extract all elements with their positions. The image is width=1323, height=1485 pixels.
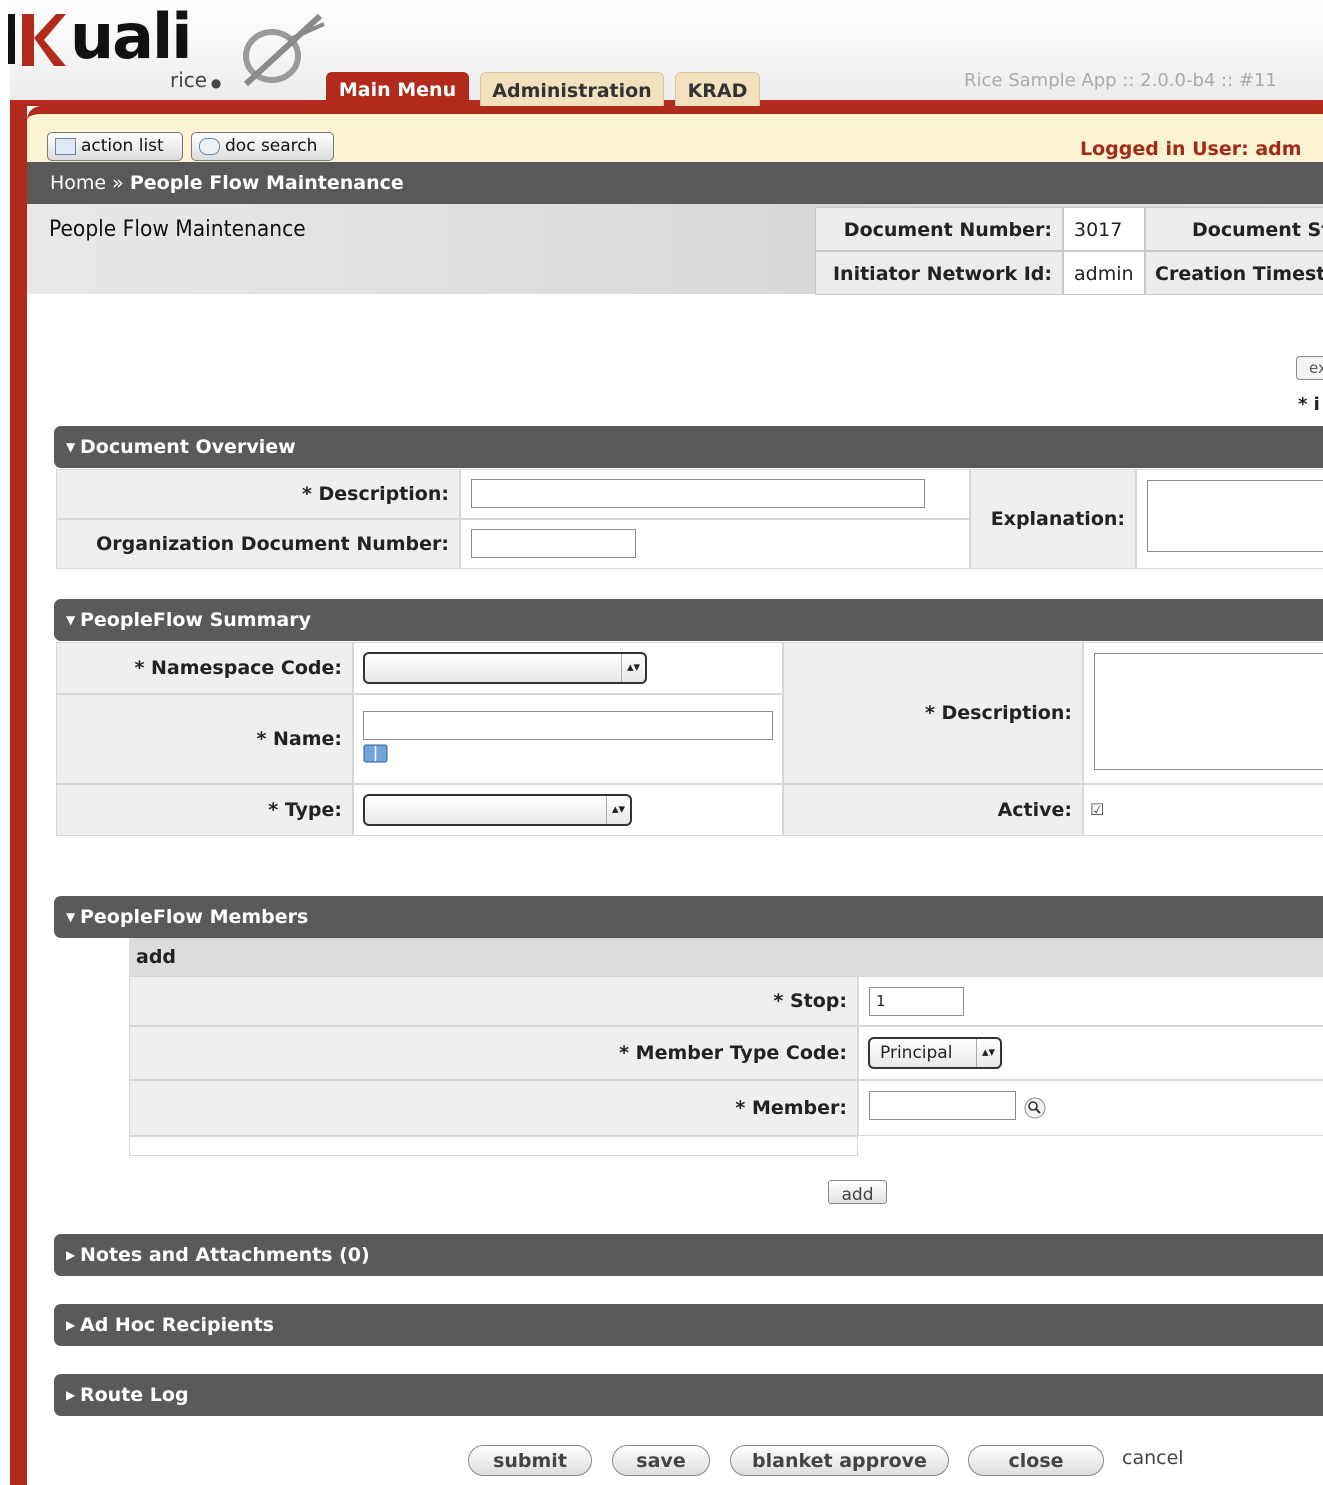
member-label: * Member: xyxy=(129,1080,858,1136)
blanket-approve-button[interactable]: blanket approve xyxy=(730,1445,949,1476)
section-ad-hoc-recipients[interactable]: ▶ Ad Hoc Recipients xyxy=(54,1304,1323,1346)
tab-krad[interactable]: KRAD xyxy=(675,72,760,106)
summary-description-label: * Description: xyxy=(783,642,1083,784)
logo-sub: rice ● xyxy=(170,68,222,92)
section-title: Document Overview xyxy=(80,436,296,458)
summary-description-cell xyxy=(1083,642,1323,784)
breadcrumb: Home » People Flow Maintenance xyxy=(27,162,1323,204)
left-frame-bar xyxy=(10,100,27,1485)
select-arrows-icon: ▴▾ xyxy=(606,796,630,824)
initiator-label: Initiator Network Id: xyxy=(815,251,1063,295)
explanation-textarea[interactable] xyxy=(1147,480,1323,552)
section-peopleflow-summary[interactable]: ▼ PeopleFlow Summary xyxy=(54,599,1323,641)
expanded-triangle-icon: ▼ xyxy=(66,440,76,454)
summary-description-textarea[interactable] xyxy=(1094,653,1323,770)
app-header: uali rice ● Main Menu Administration KRA… xyxy=(0,0,1323,112)
type-label: * Type: xyxy=(56,784,353,836)
section-title: PeopleFlow Summary xyxy=(80,609,311,631)
logo-bar xyxy=(8,14,15,64)
name-cell xyxy=(353,694,783,784)
active-checkbox[interactable]: ☑ xyxy=(1083,784,1323,836)
page-title: People Flow Maintenance xyxy=(49,217,306,242)
name-input[interactable] xyxy=(363,711,773,740)
collapsed-triangle-icon: ▶ xyxy=(66,1388,76,1402)
doc-search-button[interactable]: doc search xyxy=(191,132,334,161)
utility-bar: action list doc search Logged in User: a… xyxy=(27,106,1323,162)
collapsed-triangle-icon: ▶ xyxy=(66,1318,76,1332)
select-arrows-icon: ▴▾ xyxy=(621,654,645,682)
description-input[interactable] xyxy=(471,479,925,508)
members-spacer-row xyxy=(129,1136,858,1156)
logo-swirl-icon xyxy=(243,13,325,87)
namespace-code-label: * Namespace Code: xyxy=(56,642,353,694)
section-peopleflow-members[interactable]: ▼ PeopleFlow Members xyxy=(54,896,1323,938)
org-doc-number-cell xyxy=(460,519,970,569)
add-member-button[interactable]: add xyxy=(828,1180,887,1204)
org-doc-number-label: Organization Document Number: xyxy=(56,519,460,569)
explanation-cell xyxy=(1136,469,1323,569)
section-notes-attachments[interactable]: ▶ Notes and Attachments (0) xyxy=(54,1234,1323,1276)
document-number-value: 3017 xyxy=(1063,207,1145,251)
breadcrumb-home-link[interactable]: Home xyxy=(50,172,106,194)
select-arrows-icon: ▴▾ xyxy=(976,1039,1000,1067)
tab-administration[interactable]: Administration xyxy=(480,72,664,106)
logo-k-mark xyxy=(22,14,66,66)
member-type-code-label: * Member Type Code: xyxy=(129,1026,858,1080)
org-doc-number-input[interactable] xyxy=(471,529,636,558)
namespace-code-select[interactable]: ▴▾ xyxy=(363,652,647,684)
expanded-triangle-icon: ▼ xyxy=(66,910,76,924)
member-type-code-value: Principal xyxy=(880,1043,953,1063)
required-fields-note: * i xyxy=(1298,394,1320,415)
section-route-log[interactable]: ▶ Route Log xyxy=(54,1374,1323,1416)
section-title: Ad Hoc Recipients xyxy=(80,1314,274,1336)
action-list-icon xyxy=(55,138,76,155)
namespace-code-cell: ▴▾ xyxy=(353,642,783,694)
action-list-label: action list xyxy=(81,136,164,156)
member-type-code-select[interactable]: Principal ▴▾ xyxy=(868,1037,1002,1069)
doc-search-label: doc search xyxy=(225,136,318,156)
tab-main-menu[interactable]: Main Menu xyxy=(326,72,469,106)
submit-button[interactable]: submit xyxy=(468,1445,592,1476)
member-type-code-cell: Principal ▴▾ xyxy=(858,1026,1323,1080)
expand-all-button[interactable]: ex xyxy=(1296,356,1323,380)
section-title: Notes and Attachments (0) xyxy=(80,1244,370,1266)
lookup-search-icon[interactable] xyxy=(1023,1096,1047,1120)
collapsed-triangle-icon: ▶ xyxy=(66,1248,76,1262)
close-button[interactable]: close xyxy=(968,1445,1104,1476)
type-cell: ▴▾ xyxy=(353,784,783,836)
description-label: * Description: xyxy=(56,469,460,519)
stop-label: * Stop: xyxy=(129,976,858,1026)
document-number-label: Document Number: xyxy=(815,207,1063,251)
document-status-label: Document St xyxy=(1145,207,1323,251)
active-label: Active: xyxy=(783,784,1083,836)
breadcrumb-separator: » xyxy=(112,172,124,194)
breadcrumb-current: People Flow Maintenance xyxy=(129,172,404,194)
logged-in-user: Logged in User: adm xyxy=(1080,138,1302,160)
section-title: Route Log xyxy=(80,1384,189,1406)
section-document-overview[interactable]: ▼ Document Overview xyxy=(54,426,1323,468)
explanation-label: Explanation: xyxy=(970,469,1136,569)
type-select[interactable]: ▴▾ xyxy=(363,794,632,826)
expanded-triangle-icon: ▼ xyxy=(66,613,76,627)
creation-timestamp-label: Creation Timest xyxy=(1145,251,1323,295)
cancel-link[interactable]: cancel xyxy=(1122,1447,1184,1469)
section-title: PeopleFlow Members xyxy=(80,906,309,928)
stop-input[interactable]: 1 xyxy=(869,987,964,1016)
stop-cell: 1 xyxy=(858,976,1323,1026)
app-version: Rice Sample App :: 2.0.0-b4 :: #11 xyxy=(964,70,1277,91)
description-cell xyxy=(460,469,970,519)
logo-wordmark: uali xyxy=(70,0,192,73)
action-list-button[interactable]: action list xyxy=(47,132,183,161)
initiator-value: admin xyxy=(1063,251,1145,295)
save-button[interactable]: save xyxy=(612,1445,710,1476)
add-line-header: add xyxy=(129,938,1323,976)
search-icon xyxy=(199,138,220,155)
name-label: * Name: xyxy=(56,694,353,784)
member-cell xyxy=(858,1080,1323,1136)
member-input[interactable] xyxy=(869,1091,1016,1120)
book-icon[interactable] xyxy=(363,743,388,764)
